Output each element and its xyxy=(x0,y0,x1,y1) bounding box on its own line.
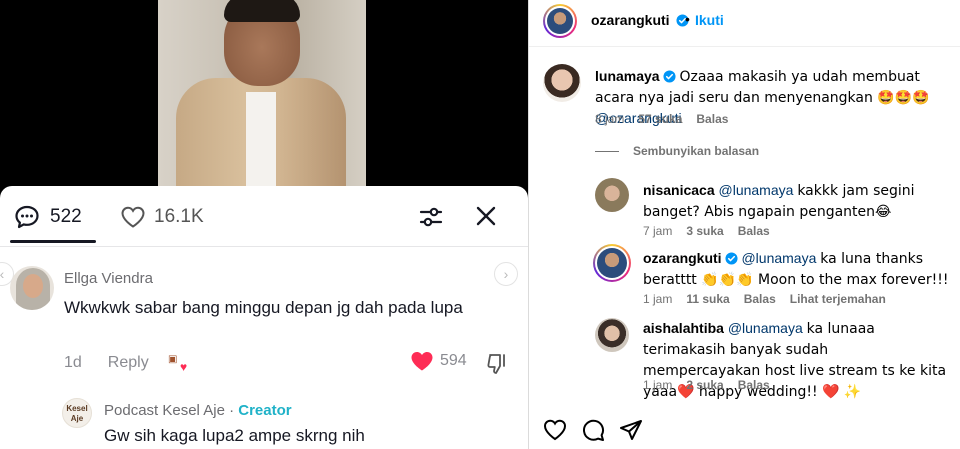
comment-author[interactable]: aishalahtiba xyxy=(643,320,724,336)
creator-badge: Creator xyxy=(238,402,292,419)
verified-icon xyxy=(663,70,676,83)
avatar-face xyxy=(23,274,43,298)
creator-mini-avatar-icon: ▣ xyxy=(168,354,178,365)
divider xyxy=(529,46,960,47)
reply-text: nisanicaca @lunamaya kakkk jam segini ba… xyxy=(643,180,949,222)
like-count: 594 xyxy=(440,352,467,369)
heart-outline-icon xyxy=(121,206,145,228)
reply-button[interactable]: Balas xyxy=(696,112,728,126)
comment-author[interactable]: ozarangkuti xyxy=(643,250,722,266)
comment-sheet-header: 522 16.1K xyxy=(0,186,528,244)
avatar[interactable] xyxy=(593,244,631,282)
verified-icon xyxy=(725,252,738,265)
comment-author[interactable]: lunamaya xyxy=(595,68,660,84)
comment-likes[interactable]: 2 suka xyxy=(686,378,723,392)
comment-meta: 8 jam 57 suka Balas xyxy=(595,112,728,126)
reply-button[interactable]: Balas xyxy=(738,378,770,392)
creator-liked-badge: ▣ ♥ xyxy=(168,354,192,374)
video-player[interactable] xyxy=(158,0,366,190)
comment-meta: 1d Reply xyxy=(64,354,149,372)
avatar[interactable] xyxy=(595,318,629,352)
video-person-hair xyxy=(224,0,300,22)
comment-icon xyxy=(15,205,39,229)
author-name: Podcast Kesel Aje xyxy=(104,402,225,419)
avatar[interactable] xyxy=(543,4,577,38)
comment-text: Gw sih kaga lupa2 ampe skrng nih xyxy=(104,426,365,445)
dislike-icon[interactable] xyxy=(486,352,510,376)
likes-count: 16.1K xyxy=(154,206,204,227)
instagram-pane: ozarangkuti • Ikuti lunamaya Ozaaa makas… xyxy=(528,0,960,449)
avatar[interactable] xyxy=(595,178,629,212)
chevron-right-icon[interactable]: › xyxy=(494,262,518,286)
avatar[interactable]: Kesel Aje xyxy=(62,398,92,428)
comment-meta: 1 jam 11 suka Balas Lihat terjemahan xyxy=(643,292,886,306)
divider xyxy=(0,246,528,247)
post-header: ozarangkuti • Ikuti xyxy=(529,0,960,42)
comments-count: 522 xyxy=(50,206,82,227)
comment-time: 1 jam xyxy=(643,378,673,392)
avatar[interactable] xyxy=(543,64,581,102)
author-name: ozarangkuti xyxy=(591,12,670,28)
divider xyxy=(595,150,619,152)
like-button[interactable]: 594 xyxy=(410,350,467,372)
separator: • xyxy=(685,11,690,27)
share-icon[interactable] xyxy=(619,418,643,442)
comment-meta: 1 jam 2 suka Balas xyxy=(643,378,770,392)
comment-time: 1 jam xyxy=(643,292,673,306)
comment-text: Wkwkwk sabar bang minggu depan jg dah pa… xyxy=(64,298,463,317)
tab-comments[interactable]: 522 xyxy=(14,204,82,230)
comment-time: 1d xyxy=(64,354,82,371)
reply-button[interactable]: Balas xyxy=(738,224,770,238)
post-actions xyxy=(543,418,643,442)
hide-replies-button[interactable]: Sembunyikan balasan xyxy=(595,144,759,158)
comment-author[interactable]: Ellga Viendra xyxy=(64,270,153,287)
see-translation-button[interactable]: Lihat terjemahan xyxy=(790,292,886,306)
follow-button[interactable]: Ikuti xyxy=(695,12,724,28)
reply-button[interactable]: Reply xyxy=(108,354,149,372)
filter-icon[interactable] xyxy=(418,204,444,230)
comment-likes[interactable]: 57 suka xyxy=(638,112,682,126)
avatar-photo xyxy=(547,8,573,34)
close-icon[interactable] xyxy=(474,204,498,228)
comment-likes[interactable]: 11 suka xyxy=(686,292,729,306)
mention-link[interactable]: @lunamaya xyxy=(728,320,803,336)
hide-replies-label: Sembunyikan balasan xyxy=(633,144,760,158)
mention-link[interactable]: @lunamaya xyxy=(741,250,816,266)
video-person-shirt xyxy=(246,92,276,190)
tab-likes[interactable]: 16.1K xyxy=(120,204,204,230)
reply-button[interactable]: Balas xyxy=(744,292,776,306)
comment-likes[interactable]: 3 suka xyxy=(686,224,723,238)
mention-link[interactable]: @lunamaya xyxy=(719,182,794,198)
comment-time: 8 jam xyxy=(595,112,625,126)
comment-author[interactable]: nisanicaca xyxy=(643,182,715,198)
heart-filled-icon xyxy=(411,352,433,371)
heart-icon[interactable] xyxy=(543,418,567,442)
separator: · xyxy=(224,402,239,419)
post-author[interactable]: ozarangkuti xyxy=(591,12,690,28)
tiktok-pane: 522 16.1K ‹ › Ellga Viendra Wkwkwk sabar… xyxy=(0,0,528,449)
comment-icon[interactable] xyxy=(581,418,605,442)
comment-sheet: 522 16.1K ‹ › Ellga Viendra Wkwkwk sabar… xyxy=(0,186,528,449)
comment-author[interactable]: Podcast Kesel Aje · Creator xyxy=(104,402,292,419)
reply-text: ozarangkuti @lunamaya ka luna thanks ber… xyxy=(643,248,949,290)
heart-icon: ♥ xyxy=(180,360,188,374)
avatar-photo xyxy=(597,248,627,278)
avatar[interactable] xyxy=(10,266,54,310)
comment-time: 7 jam xyxy=(643,224,673,238)
active-tab-indicator xyxy=(10,240,96,243)
comment-meta: 7 jam 3 suka Balas xyxy=(643,224,770,238)
